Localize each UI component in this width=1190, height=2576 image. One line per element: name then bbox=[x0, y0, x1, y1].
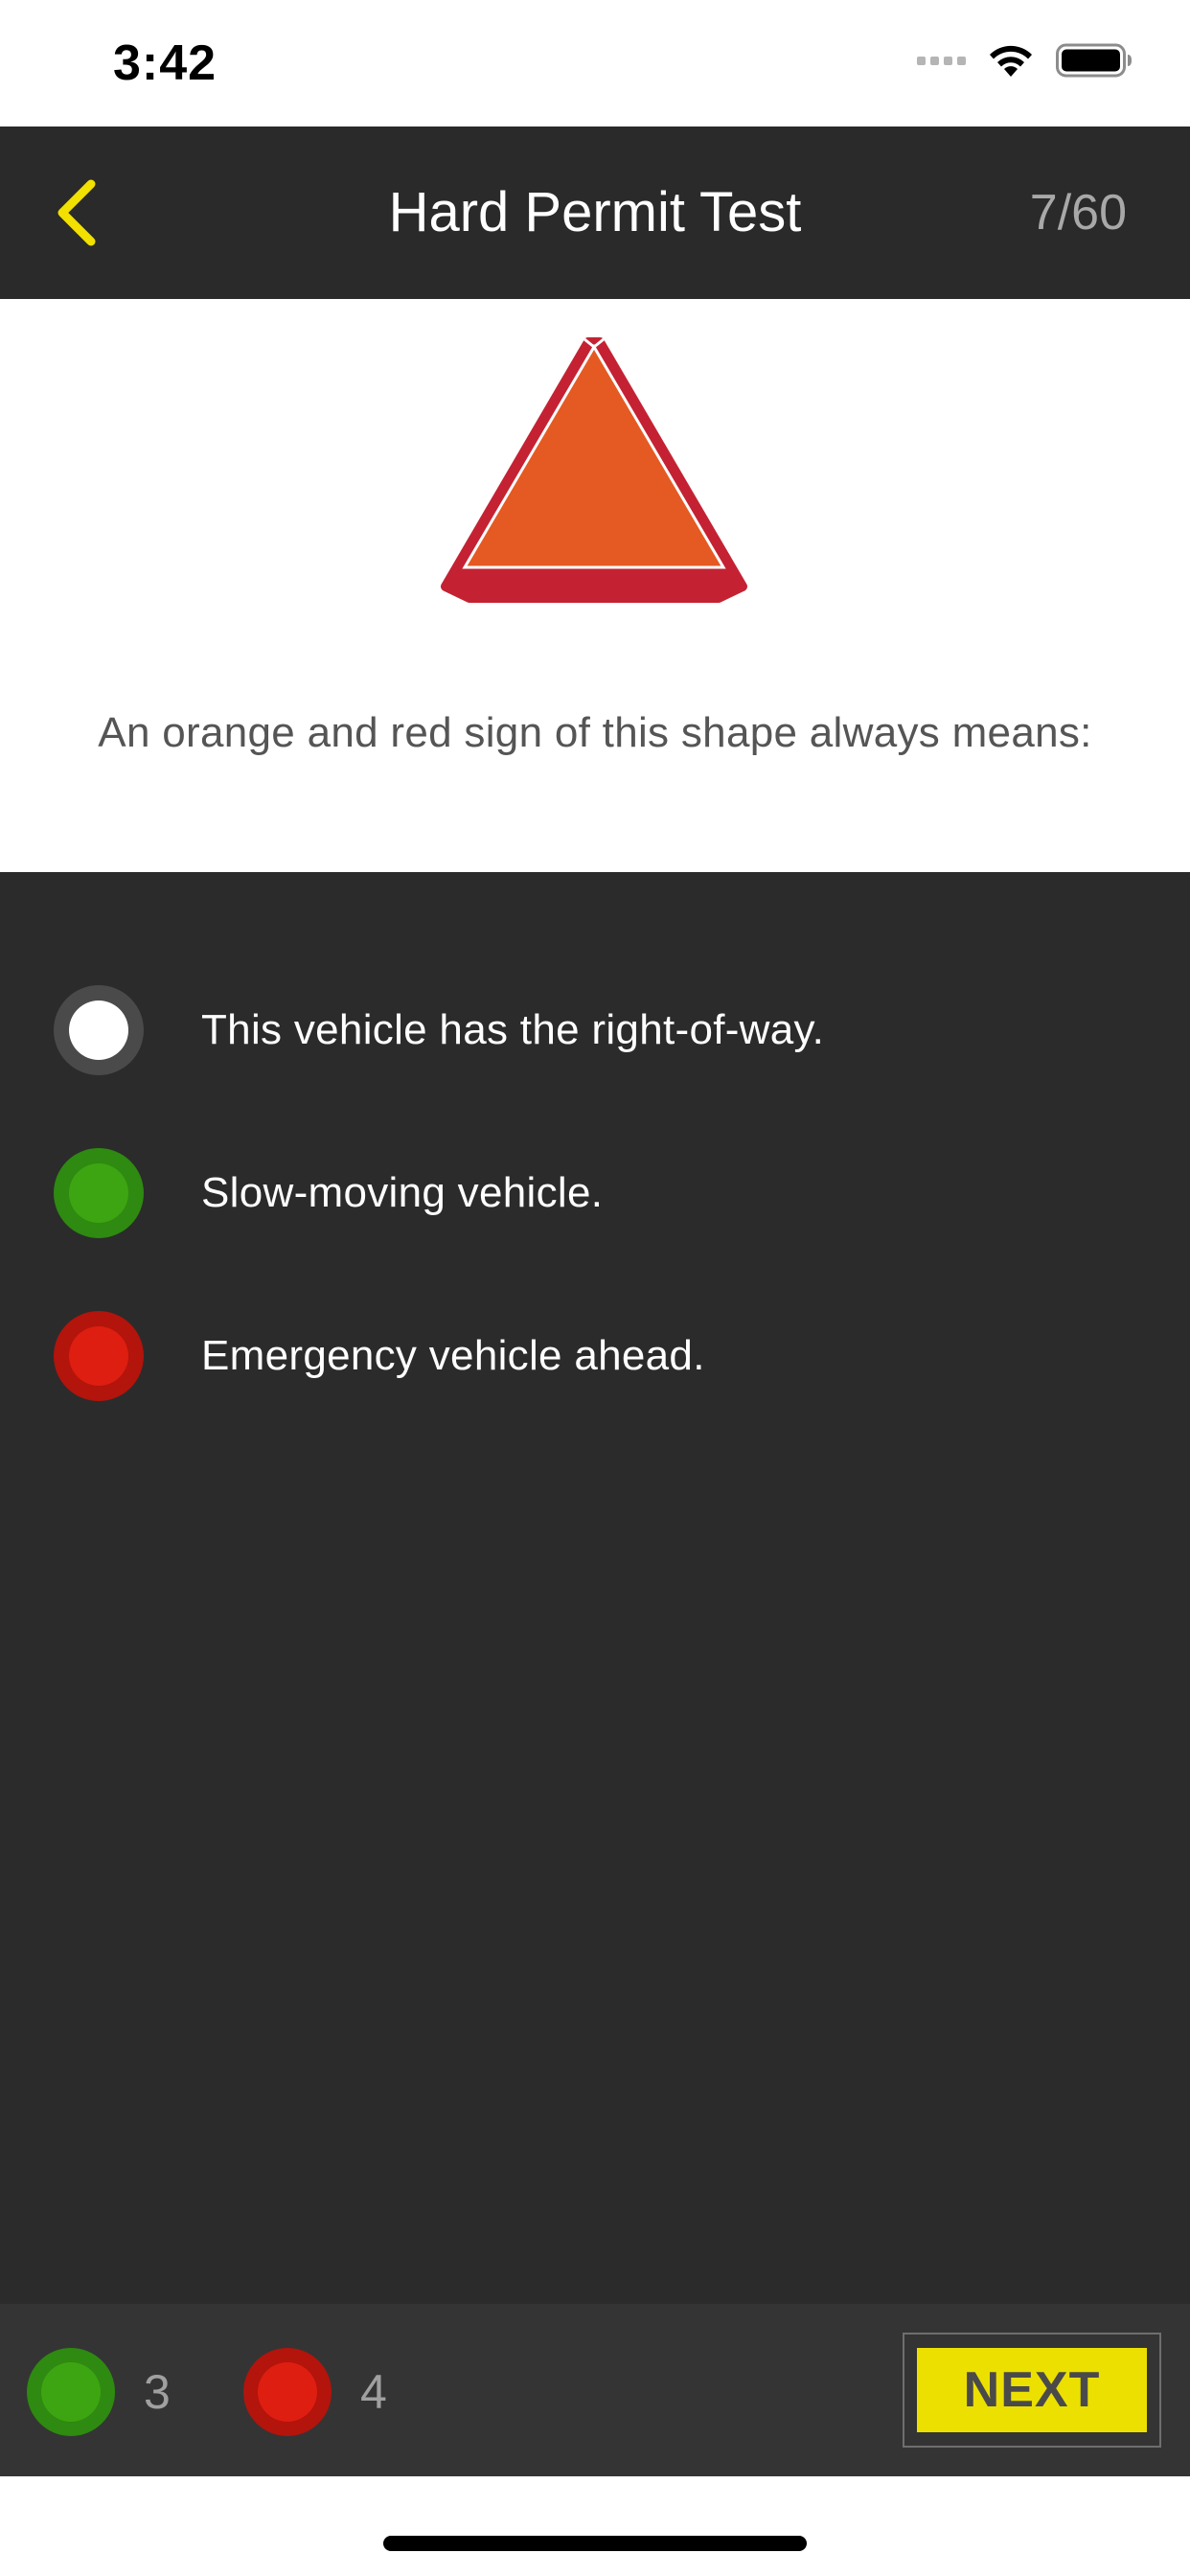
answer-label: Emergency vehicle ahead. bbox=[201, 1332, 705, 1379]
correct-indicator-icon bbox=[27, 2348, 115, 2436]
answer-option-2[interactable]: Slow-moving vehicle. bbox=[54, 1145, 1136, 1241]
correct-count: 3 bbox=[144, 2365, 171, 2419]
answer-option-1[interactable]: This vehicle has the right-of-way. bbox=[54, 982, 1136, 1078]
back-button[interactable] bbox=[38, 174, 115, 251]
answers-panel: This vehicle has the right-of-way. Slow-… bbox=[0, 872, 1190, 2304]
chevron-left-icon bbox=[57, 179, 96, 246]
status-icons bbox=[917, 42, 1133, 79]
cellular-signal-icon bbox=[917, 56, 966, 65]
next-button-label: NEXT bbox=[917, 2348, 1147, 2432]
question-progress: 7/60 bbox=[1029, 185, 1127, 241]
radio-correct-icon bbox=[54, 1148, 144, 1238]
question-panel: An orange and red sign of this shape alw… bbox=[0, 299, 1190, 872]
radio-unselected-icon bbox=[54, 985, 144, 1075]
radio-incorrect-icon bbox=[54, 1311, 144, 1401]
incorrect-score: 4 bbox=[243, 2348, 387, 2436]
status-time: 3:42 bbox=[113, 35, 217, 91]
next-button[interactable]: NEXT bbox=[903, 2333, 1161, 2448]
incorrect-count: 4 bbox=[360, 2365, 387, 2419]
home-indicator[interactable] bbox=[383, 2536, 807, 2551]
incorrect-indicator-icon bbox=[243, 2348, 332, 2436]
question-text: An orange and red sign of this shape alw… bbox=[98, 709, 1092, 756]
answer-option-3[interactable]: Emergency vehicle ahead. bbox=[54, 1308, 1136, 1404]
battery-icon bbox=[1056, 43, 1132, 78]
page-title: Hard Permit Test bbox=[388, 181, 802, 243]
navigation-bar: Hard Permit Test 7/60 bbox=[0, 126, 1190, 299]
slow-moving-vehicle-sign-icon bbox=[441, 337, 747, 606]
wifi-icon bbox=[990, 45, 1032, 77]
answer-label: This vehicle has the right-of-way. bbox=[201, 1006, 825, 1053]
correct-score: 3 bbox=[27, 2348, 171, 2436]
footer-bar: 3 4 NEXT bbox=[0, 2304, 1190, 2476]
home-area bbox=[0, 2476, 1190, 2576]
answer-label: Slow-moving vehicle. bbox=[201, 1169, 604, 1216]
status-bar: 3:42 bbox=[0, 0, 1190, 126]
